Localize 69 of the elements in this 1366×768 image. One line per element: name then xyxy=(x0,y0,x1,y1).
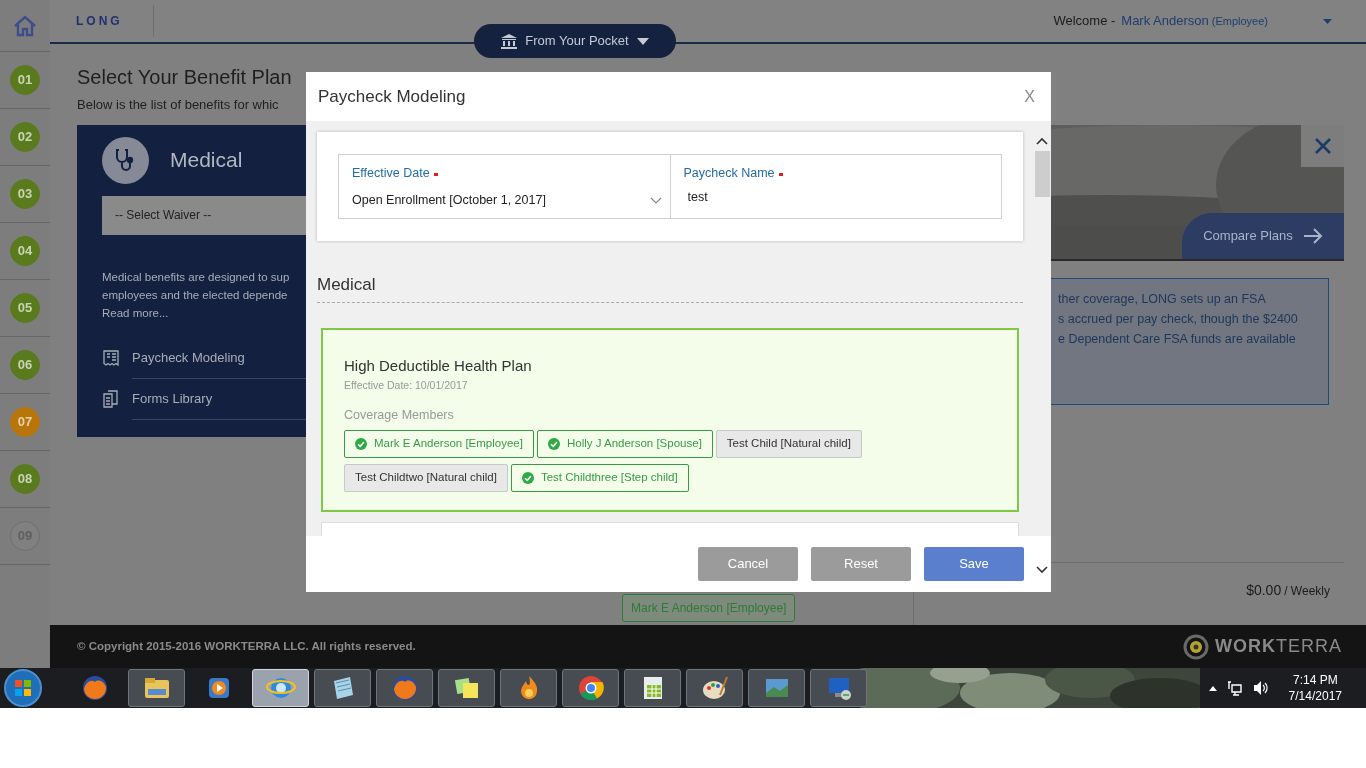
copyright-text: © Copyright 2015-2016 WORKTERRA LLC. All rights reserved. xyxy=(77,638,416,654)
member-chip: Mark E Anderson [Employee] xyxy=(622,593,796,622)
read-more-link[interactable]: Read more... xyxy=(102,303,169,322)
close-icon xyxy=(1314,137,1331,154)
target-logo-icon xyxy=(1183,633,1209,660)
caret-icon xyxy=(636,37,649,45)
cost-amount: $0.00 xyxy=(1246,580,1282,600)
step-badge[interactable]: 05 xyxy=(10,293,40,323)
member-chip[interactable]: Mark E Anderson [Employee] xyxy=(344,429,534,458)
stethoscope-icon xyxy=(102,136,149,184)
benefit-title: Medical xyxy=(170,147,243,174)
scroll-down-icon[interactable] xyxy=(1036,566,1048,574)
volume-icon[interactable] xyxy=(1252,680,1269,696)
windows-logo-icon xyxy=(14,679,32,697)
step-badge[interactable]: 08 xyxy=(10,464,40,494)
page-title: Select Your Benefit Plan xyxy=(77,65,293,90)
description-line: Medical benefits are designed to sup xyxy=(102,269,290,285)
effective-date-select[interactable]: Open Enrollment [October 1, 2017] xyxy=(352,190,662,210)
user-role: (Employee) xyxy=(1211,13,1268,29)
caret-icon[interactable] xyxy=(1323,18,1332,24)
modal-title: Paycheck Modeling xyxy=(318,85,466,108)
description-line: employees and the elected depende xyxy=(102,287,288,303)
scroll-up-icon[interactable] xyxy=(1036,137,1048,145)
brand-name: WORKTERRA xyxy=(1215,635,1342,658)
step-badge[interactable]: 03 xyxy=(10,179,40,209)
info-text: e Dependent Care FSA funds are available xyxy=(1058,330,1297,348)
close-button[interactable]: X xyxy=(1022,84,1037,109)
step-badge[interactable]: 07 xyxy=(10,407,40,437)
network-icon[interactable] xyxy=(1226,680,1243,696)
logo: LONG xyxy=(76,5,154,37)
chevron-down-icon xyxy=(649,196,662,204)
plan-name: High Deductible Health Plan xyxy=(344,355,533,376)
clock[interactable]: 7:14 PM 7/14/2017 xyxy=(1288,672,1342,704)
section-heading: Medical xyxy=(317,272,1023,303)
field-label: Paycheck Name xyxy=(683,165,775,182)
tray-caret-icon[interactable] xyxy=(1208,685,1217,691)
member-chip[interactable]: Test Childtwo [Natural child] xyxy=(344,463,508,492)
start-button[interactable] xyxy=(4,669,42,707)
user-name[interactable]: Mark Anderson xyxy=(1121,11,1209,31)
welcome-label: Welcome - xyxy=(1053,12,1116,31)
dialog-button[interactable]: Cancel xyxy=(698,547,798,581)
paycheck-name-input[interactable]: test xyxy=(687,187,988,207)
info-text: ther coverage, LONG sets up an FSA xyxy=(1058,290,1267,308)
member-chip[interactable]: Test Childthree [Step child] xyxy=(510,463,689,492)
step-badge[interactable]: 02 xyxy=(10,122,40,152)
plan-effective-date: Effective Date: 10/01/2017 xyxy=(344,378,469,393)
step-badge[interactable]: 01 xyxy=(10,65,40,95)
documents-icon xyxy=(102,390,120,408)
pocket-button[interactable]: From Your Pocket xyxy=(474,24,676,58)
step-badge[interactable]: 06 xyxy=(10,350,40,380)
cost-period: / Weekly xyxy=(1284,582,1330,600)
scrollbar-thumb[interactable] xyxy=(1034,151,1050,197)
dialog-button[interactable]: Save xyxy=(924,547,1024,581)
receipt-icon xyxy=(102,349,120,367)
member-chip[interactable]: Holly J Anderson [Spouse] xyxy=(536,429,713,458)
info-text: s accrued per pay check, though the $2400 xyxy=(1058,310,1299,328)
check-circle-icon xyxy=(355,437,367,450)
step-badge[interactable]: 04 xyxy=(10,236,40,266)
arrow-right-icon xyxy=(1302,227,1323,244)
coverage-label: Coverage Members xyxy=(344,406,455,424)
page-subtitle: Below is the list of benefits for whic xyxy=(77,96,279,114)
plan-card[interactable] xyxy=(321,327,1019,512)
field-label: Effective Date xyxy=(352,165,430,182)
member-chip[interactable]: Test Child [Natural child] xyxy=(715,429,862,458)
dialog-button[interactable]: Reset xyxy=(811,547,911,581)
check-circle-icon xyxy=(547,437,560,450)
check-circle-icon xyxy=(521,471,534,484)
compare-plans-button[interactable]: Compare Plans xyxy=(1182,212,1344,259)
bank-icon xyxy=(501,33,518,49)
